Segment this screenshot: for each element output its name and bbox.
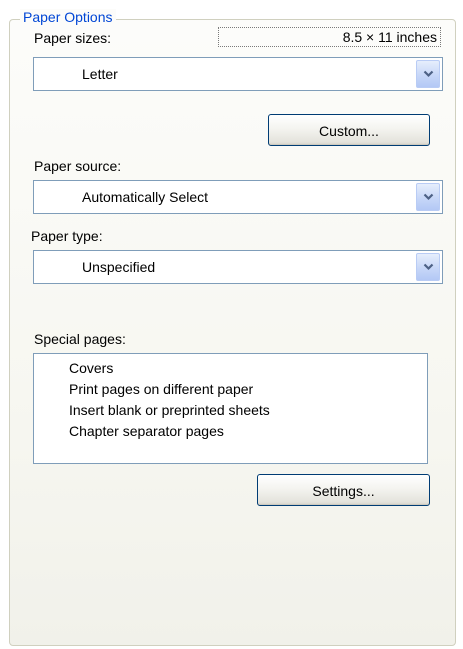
chevron-down-icon <box>423 263 433 271</box>
list-item[interactable]: Print pages on different paper <box>69 380 253 398</box>
paper-size-selected-value: Letter <box>82 66 118 82</box>
paper-source-select[interactable]: Automatically Select <box>33 180 443 214</box>
special-pages-list[interactable]: Covers Print pages on different paper In… <box>33 353 428 464</box>
paper-size-select[interactable]: Letter <box>33 57 443 91</box>
paper-type-selected-value: Unspecified <box>82 259 156 275</box>
list-item[interactable]: Covers <box>69 359 113 377</box>
chevron-down-icon <box>423 193 433 201</box>
paper-size-dimensions: 8.5 × 11 inches <box>218 27 441 47</box>
paper-source-label: Paper source: <box>34 158 122 174</box>
paper-sizes-label: Paper sizes: <box>34 30 112 46</box>
paper-source-selected-value: Automatically Select <box>82 189 209 205</box>
paper-type-select[interactable]: Unspecified <box>33 250 443 284</box>
custom-button[interactable]: Custom... <box>268 114 430 146</box>
list-item[interactable]: Chapter separator pages <box>69 422 224 440</box>
list-item[interactable]: Insert blank or preprinted sheets <box>69 401 270 419</box>
chevron-down-icon <box>423 70 433 78</box>
settings-button[interactable]: Settings... <box>257 474 430 506</box>
special-pages-label: Special pages: <box>34 331 126 347</box>
paper-options-title: Paper Options <box>20 9 116 25</box>
paper-type-label: Paper type: <box>31 228 103 244</box>
paper-source-dropdown-button[interactable] <box>416 183 440 211</box>
paper-type-dropdown-button[interactable] <box>416 253 440 281</box>
paper-size-dropdown-button[interactable] <box>416 60 440 88</box>
